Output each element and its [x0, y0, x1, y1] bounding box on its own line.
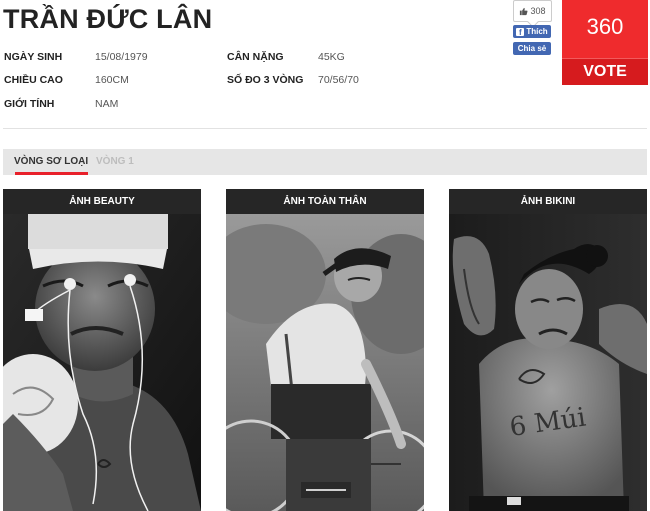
photo-card-bikini[interactable]: ẢNH BIKINI 6 Múi: [449, 189, 647, 511]
beauty-photo: [3, 214, 201, 511]
birth-label: NGÀY SINH: [4, 51, 63, 63]
height-value-wrap: 160CM: [95, 74, 129, 86]
measure-value-wrap: 70/56/70: [318, 74, 359, 86]
facebook-like-button[interactable]: f Thích: [513, 25, 551, 38]
gender-value: NAM: [95, 98, 119, 110]
thumbs-up-icon: [520, 7, 528, 15]
height-label: CHIỀU CAO: [4, 74, 63, 86]
gender-row: GIỚI TÍNH: [4, 98, 54, 110]
birth-value: 15/08/1979: [95, 51, 148, 63]
photo-card-full-body[interactable]: ẢNH TOÀN THÂN: [226, 189, 424, 511]
vote-count: 360: [586, 14, 624, 39]
weight-label: CÂN NẶNG: [227, 51, 284, 63]
facebook-share-label: Chia sẻ: [517, 44, 547, 53]
section-divider: [3, 128, 647, 129]
round-tabs: VÒNG SƠ LOẠI VÒNG 1: [3, 149, 647, 175]
vote-panel: 360 VOTE: [562, 0, 648, 85]
bikini-photo: 6 Múi: [449, 214, 647, 511]
height-value: 160CM: [95, 74, 129, 86]
contestant-name: TRẦN ĐỨC LÂN: [3, 4, 213, 34]
height-row: CHIỀU CAO: [4, 74, 63, 86]
tab-round-1[interactable]: VÒNG 1: [96, 149, 134, 175]
birth-row: NGÀY SINH: [4, 51, 62, 63]
photo-title-beauty: ẢNH BEAUTY: [3, 189, 201, 214]
measure-label: SỐ ĐO 3 VÒNG: [227, 74, 304, 86]
facebook-icon: f: [516, 27, 525, 37]
photo-title-full-body: ẢNH TOÀN THÂN: [226, 189, 424, 214]
weight-value: 45KG: [318, 51, 345, 63]
tab-preliminary-round[interactable]: VÒNG SƠ LOẠI: [14, 149, 89, 175]
full-body-photo: [226, 214, 424, 511]
measure-row: SỐ ĐO 3 VÒNG: [227, 74, 303, 86]
measure-value: 70/56/70: [318, 74, 359, 86]
birth-value-wrap: 15/08/1979: [95, 51, 148, 63]
vote-button[interactable]: VOTE: [562, 58, 648, 85]
photo-card-beauty[interactable]: ẢNH BEAUTY: [3, 189, 201, 511]
like-count-bubble: 308: [513, 0, 552, 22]
weight-row: CÂN NẶNG: [227, 51, 284, 63]
weight-value-wrap: 45KG: [318, 51, 345, 63]
gender-label: GIỚI TÍNH: [4, 98, 55, 110]
photo-title-bikini: ẢNH BIKINI: [449, 189, 647, 214]
facebook-share-button[interactable]: Chia sẻ: [513, 42, 551, 55]
like-count: 308: [530, 6, 546, 16]
facebook-like-label: Thích: [526, 27, 548, 36]
gender-value-wrap: NAM: [95, 98, 118, 110]
